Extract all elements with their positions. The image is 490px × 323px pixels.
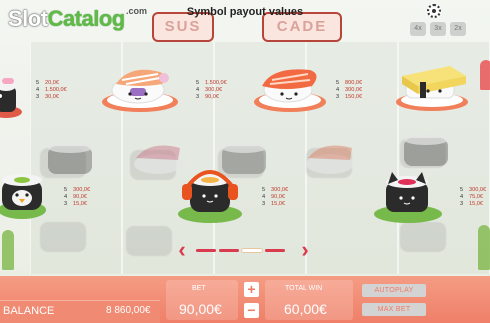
partial-sushi-icon (0, 78, 22, 118)
faded-sushi (126, 226, 172, 256)
payout-table-maki-headphones: 5 300,0€ 4 90,0€ 3 15,0€ (262, 187, 289, 207)
maki-cat-symbol-icon (374, 172, 442, 223)
payout-table-tamago: 5 800,0€ 4 300,0€ 3 150,0€ (336, 80, 363, 100)
settings-gear-icon[interactable] (427, 4, 441, 18)
faded-maki-icon (48, 143, 92, 174)
payout-table-maki-cat: 5 300,0€ 4 75,0€ 3 15,0€ (460, 187, 487, 207)
maki-headphones-symbol-icon (178, 170, 242, 223)
autoplay-button[interactable]: AUTOPLAY (362, 284, 426, 297)
max-bet-button[interactable]: MAX BET (362, 303, 426, 316)
faded-sushi (40, 222, 86, 252)
bet-value: 90,00€ (179, 301, 222, 317)
page-title: Symbol payout values (186, 6, 304, 18)
plant-decoration (478, 225, 490, 270)
payout-table-maki-penguin: 5 300,0€ 4 90,0€ 3 15,0€ (64, 187, 91, 207)
faded-maki-icon (404, 135, 448, 166)
payout-table-nigiri-shrimp: 5 20,0€ 4 1.500,0€ 3 30,0€ (36, 80, 67, 100)
faded-sushi-icon (306, 145, 354, 174)
page-dash[interactable] (219, 249, 239, 252)
page-dash[interactable] (265, 249, 285, 252)
payout-table-nigiri-salmon: 5 1.500,0€ 4 300,0€ 3 90,0€ (196, 80, 227, 100)
mini-button: 4x (410, 22, 426, 36)
nigiri-shrimp-symbol-icon (102, 69, 178, 112)
maki-penguin-symbol-icon (0, 174, 46, 219)
balance-value: 8 860,00€ (106, 305, 151, 316)
plant-decoration (2, 230, 14, 270)
total-win-value: 60,00€ (284, 301, 327, 317)
faded-sushi (400, 222, 446, 252)
mini-button: 3x (430, 22, 446, 36)
previous-page-arrow-icon[interactable]: ‹ (174, 239, 190, 261)
decrease-bet-button[interactable]: − (244, 303, 259, 318)
total-win-label: TOTAL WIN (285, 285, 323, 292)
balance-label: BALANCE (3, 305, 55, 317)
tamago-symbol-icon (396, 66, 468, 111)
page-dash[interactable] (196, 249, 216, 252)
mini-button: 2x (450, 22, 466, 36)
game-screen: SlotCatalog .com SUS CADE Symbol payout … (0, 0, 490, 323)
next-page-arrow-icon[interactable]: › (297, 239, 313, 261)
nigiri-salmon-symbol-icon (254, 69, 326, 112)
lantern-decoration (480, 60, 490, 90)
bet-label: BET (192, 285, 206, 292)
increase-bet-button[interactable]: + (244, 282, 259, 297)
page-dash[interactable] (242, 249, 262, 252)
